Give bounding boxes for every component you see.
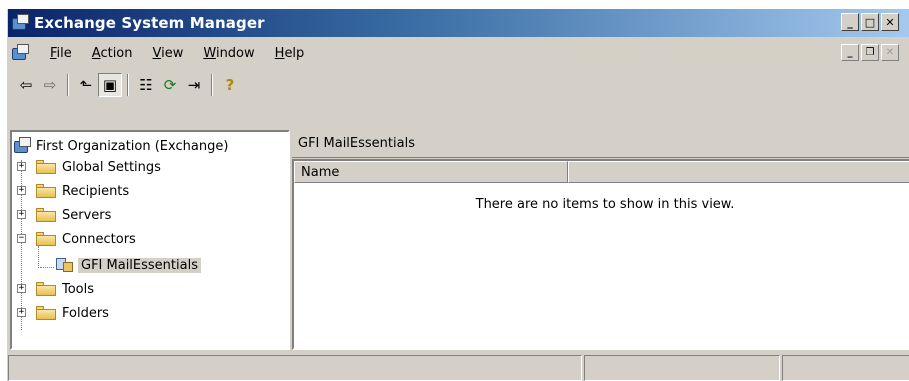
details-pane-header: GFI MailEssentials <box>292 130 909 158</box>
expand-icon[interactable]: + <box>17 210 26 219</box>
title-bar[interactable]: Exchange System Manager _ □ ✕ <box>8 9 909 37</box>
details-pane: GFI MailEssentials Name There are no ite… <box>292 130 909 350</box>
console-tree[interactable]: First Organization (Exchange) + Global S… <box>10 130 290 350</box>
tree-item-label: Folders <box>62 305 109 321</box>
folder-icon <box>36 184 56 198</box>
column-header-empty[interactable] <box>568 161 909 183</box>
expand-icon[interactable]: + <box>17 186 26 195</box>
empty-list-message: There are no items to show in this view. <box>475 197 735 212</box>
tree-item-label: Connectors <box>62 231 136 247</box>
help-icon[interactable]: ? <box>218 73 242 97</box>
tree-item-gfi-mailessentials[interactable]: GFI MailEssentials <box>54 255 201 275</box>
window-controls: _ □ ✕ <box>841 13 899 31</box>
menu-help[interactable]: Help <box>265 46 315 61</box>
status-bar <box>8 355 909 381</box>
folder-icon <box>36 282 56 296</box>
tree-root[interactable]: First Organization (Exchange) <box>14 136 228 156</box>
toolbar-separator <box>67 74 69 96</box>
results-list[interactable]: Name There are no items to show in this … <box>292 159 909 350</box>
child-restore-button[interactable]: ❐ <box>861 44 879 61</box>
toolbar-separator <box>211 74 213 96</box>
folder-icon <box>36 232 56 246</box>
tree-item-label: GFI MailEssentials <box>78 257 201 273</box>
connector-icon <box>54 256 74 274</box>
tree-item-recipients[interactable]: + Recipients <box>12 181 129 201</box>
column-header-label: Name <box>301 164 340 180</box>
menu-file[interactable]: File <box>40 46 82 61</box>
tree-root-label: First Organization (Exchange) <box>36 138 229 154</box>
tree-item-label: Global Settings <box>62 159 161 175</box>
column-header-name[interactable]: Name <box>294 161 568 183</box>
menu-window[interactable]: Window <box>193 46 264 61</box>
toolbar-separator <box>127 74 129 96</box>
tree-item-connectors[interactable]: − Connectors <box>12 229 136 249</box>
tree-item-folders[interactable]: + Folders <box>12 303 109 323</box>
details-pane-title: GFI MailEssentials <box>298 136 415 151</box>
tree-line <box>40 267 54 268</box>
collapse-icon[interactable]: − <box>17 234 26 243</box>
menu-view[interactable]: View <box>143 46 194 61</box>
minimize-button[interactable]: _ <box>841 13 859 31</box>
up-one-level-icon[interactable]: ⬑ <box>74 73 98 97</box>
menu-action[interactable]: Action <box>82 46 143 61</box>
status-panel <box>8 355 582 381</box>
child-minimize-button[interactable]: _ <box>841 44 859 61</box>
status-panel <box>782 355 909 381</box>
column-header-row: Name <box>294 161 909 183</box>
tree-line <box>38 246 39 268</box>
show-hide-tree-icon[interactable]: ▣ <box>98 73 122 97</box>
organization-icon <box>14 137 32 155</box>
expand-icon[interactable]: + <box>17 308 26 317</box>
menu-bar: File Action View Window Help _ ❐ ✕ <box>8 37 909 69</box>
folder-icon <box>36 160 56 174</box>
forward-arrow-icon[interactable]: ⇨ <box>38 73 62 97</box>
tree-item-label: Tools <box>62 281 95 297</box>
expand-icon[interactable]: + <box>17 284 26 293</box>
tree-item-servers[interactable]: + Servers <box>12 205 111 225</box>
close-button[interactable]: ✕ <box>881 13 899 31</box>
back-arrow-icon[interactable]: ⇦ <box>14 73 38 97</box>
exchange-app-icon[interactable] <box>12 14 30 32</box>
tree-item-global-settings[interactable]: + Global Settings <box>12 157 161 177</box>
refresh-icon[interactable]: ⟳ <box>158 73 182 97</box>
status-panel <box>584 355 780 381</box>
tree-item-label: Recipients <box>62 183 130 199</box>
expand-icon[interactable]: + <box>17 162 26 171</box>
child-window-controls: _ ❐ ✕ <box>841 44 899 61</box>
properties-icon[interactable]: ☷ <box>134 73 158 97</box>
console-window-icon[interactable] <box>12 44 30 62</box>
export-list-icon[interactable]: ⇥ <box>182 73 206 97</box>
folder-icon <box>36 306 56 320</box>
exchange-system-manager-window: Exchange System Manager _ □ ✕ File Actio… <box>7 9 909 381</box>
folder-icon <box>36 208 56 222</box>
tree-item-label: Servers <box>62 207 112 223</box>
tree-item-tools[interactable]: + Tools <box>12 279 94 299</box>
child-close-button[interactable]: ✕ <box>881 44 899 61</box>
maximize-button[interactable]: □ <box>861 13 879 31</box>
toolbar: ⇦ ⇨ ⬑ ▣ ☷ ⟳ ⇥ ? <box>8 69 909 101</box>
window-title: Exchange System Manager <box>34 14 265 32</box>
